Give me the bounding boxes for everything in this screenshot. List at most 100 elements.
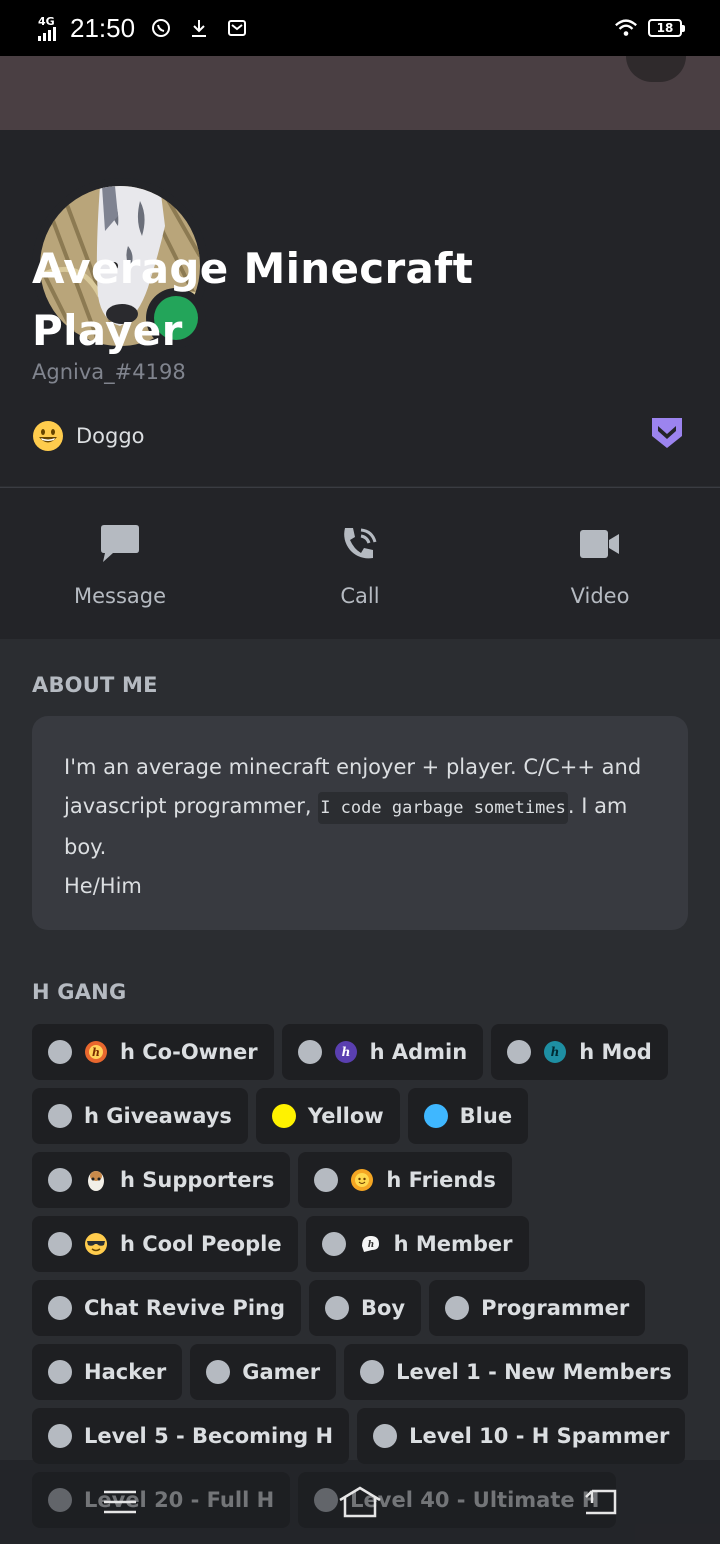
role-chip[interactable]: Yellow	[255, 1088, 400, 1144]
role-color-dot	[360, 1360, 385, 1384]
role-color-dot	[48, 1296, 72, 1320]
role-name: Level 10 - H Spammer	[409, 1424, 670, 1448]
role-color-dot	[48, 1168, 72, 1192]
profile-actions: Message Call Video	[0, 487, 720, 639]
role-name: h Friends	[386, 1168, 496, 1192]
role-chip[interactable]: Level 10 - H Spammer	[357, 1408, 686, 1464]
role-color-dot	[445, 1296, 470, 1320]
battery-icon: 18	[648, 19, 685, 37]
role-color-dot	[314, 1168, 339, 1192]
role-color-dot	[48, 1232, 72, 1256]
whatsapp-icon	[149, 16, 173, 40]
mail-icon	[225, 16, 249, 40]
role-chip[interactable]: h Friends	[298, 1152, 512, 1208]
role-chip[interactable]: h Giveaways	[32, 1088, 248, 1144]
role-chip[interactable]: h Supporters	[32, 1152, 291, 1208]
call-icon	[344, 528, 377, 559]
role-name: Yellow	[307, 1104, 384, 1128]
wifi-icon	[614, 16, 638, 40]
role-color-dot	[206, 1360, 231, 1384]
network-type: 4G	[38, 14, 55, 28]
fire-h-emoji-icon: h	[85, 1041, 107, 1063]
role-chip[interactable]: Level 5 - Becoming H	[32, 1408, 350, 1464]
custom-status: Doggo	[32, 420, 145, 452]
role-chip[interactable]: h h Co-Owner	[32, 1024, 274, 1080]
role-color-dot	[48, 1360, 72, 1384]
back-icon	[585, 1489, 617, 1515]
roles-list: h h Co-Owner h h Admin h h Mod h Giveaways Yell…	[32, 1024, 692, 1528]
role-name: Gamer	[242, 1360, 321, 1384]
role-color-dot	[507, 1040, 532, 1064]
role-color-dot	[297, 1040, 322, 1064]
profile-header: Average Minecraft Player Agniva_#4198 Do…	[0, 130, 720, 486]
role-chip[interactable]: Programmer	[429, 1280, 646, 1336]
clock: 21:50	[70, 12, 136, 43]
role-color-dot	[48, 1424, 72, 1448]
role-name: Boy	[361, 1296, 406, 1320]
role-chip[interactable]: h h Mod	[491, 1024, 668, 1080]
about-me-box: I'm an average minecraft enjoyer + playe…	[32, 716, 688, 930]
role-name: Blue	[459, 1104, 513, 1128]
display-name: Average Minecraft Player	[32, 244, 474, 355]
signal-icon: 4G	[38, 16, 56, 41]
custom-status-text: Doggo	[76, 424, 145, 448]
sunglasses-emoji-icon	[85, 1233, 107, 1255]
username[interactable]: Agniva_#4198	[32, 360, 186, 384]
recent-apps-button[interactable]	[90, 1472, 150, 1532]
role-chip[interactable]: Hacker	[32, 1344, 183, 1400]
role-name: h Co-Owner	[120, 1040, 258, 1064]
profile-banner	[0, 56, 720, 130]
role-color-dot	[373, 1424, 398, 1448]
role-name: Programmer	[481, 1296, 630, 1320]
video-icon	[580, 530, 619, 558]
role-color-dot	[271, 1104, 296, 1128]
role-color-dot	[48, 1104, 72, 1128]
hypesquad-badge-icon[interactable]	[652, 416, 682, 450]
hamster-emoji-icon	[88, 1171, 104, 1191]
status-bar: 4G 21:50 18	[0, 0, 720, 56]
teal-h-emoji-icon: h	[544, 1041, 567, 1063]
role-color-dot	[321, 1232, 346, 1256]
message-icon	[101, 525, 139, 562]
role-name: h Giveaways	[84, 1104, 232, 1128]
ghost-h-emoji-icon: h	[361, 1236, 379, 1252]
role-name: Chat Revive Ping	[84, 1296, 285, 1320]
role-chip[interactable]: h Cool People	[32, 1216, 298, 1272]
svg-text:h: h	[341, 1045, 350, 1059]
back-button[interactable]	[570, 1472, 630, 1532]
about-me-heading: ABOUT ME	[32, 673, 158, 697]
purple-h-emoji-icon: h	[334, 1041, 357, 1063]
role-name: h Mod	[579, 1040, 652, 1064]
svg-text:h: h	[92, 1046, 100, 1059]
role-color-dot	[325, 1296, 349, 1320]
role-chip[interactable]: Gamer	[190, 1344, 337, 1400]
message-button[interactable]: Message	[0, 488, 240, 639]
role-chip[interactable]: Chat Revive Ping	[32, 1280, 301, 1336]
video-label: Video	[570, 584, 630, 608]
home-icon	[339, 1486, 381, 1518]
role-chip[interactable]: Blue	[407, 1088, 529, 1144]
call-label: Call	[340, 584, 380, 608]
grinning-face-emoji-icon	[33, 421, 63, 451]
call-button[interactable]: Call	[240, 488, 480, 639]
system-navigation-bar	[0, 1460, 720, 1544]
role-name: Hacker	[84, 1360, 167, 1384]
role-name: h Admin	[369, 1040, 468, 1064]
role-chip[interactable]: Boy	[309, 1280, 422, 1336]
role-chip[interactable]: h h Admin	[281, 1024, 484, 1080]
role-chip[interactable]: h h Member	[305, 1216, 529, 1272]
role-name: h Cool People	[120, 1232, 282, 1256]
role-chip[interactable]: Level 1 - New Members	[344, 1344, 688, 1400]
role-color-dot	[48, 1040, 72, 1064]
svg-text:h: h	[551, 1045, 560, 1059]
role-name: h Member	[393, 1232, 513, 1256]
home-button[interactable]	[330, 1472, 390, 1532]
menu-icon	[104, 1490, 136, 1514]
video-button[interactable]: Video	[480, 488, 720, 639]
sun-face-emoji-icon	[351, 1169, 374, 1191]
message-label: Message	[73, 584, 167, 608]
roles-heading: H GANG	[32, 980, 127, 1004]
role-color-dot	[423, 1104, 448, 1128]
role-name: Level 1 - New Members	[396, 1360, 672, 1384]
pronouns: He/Him	[64, 874, 142, 898]
